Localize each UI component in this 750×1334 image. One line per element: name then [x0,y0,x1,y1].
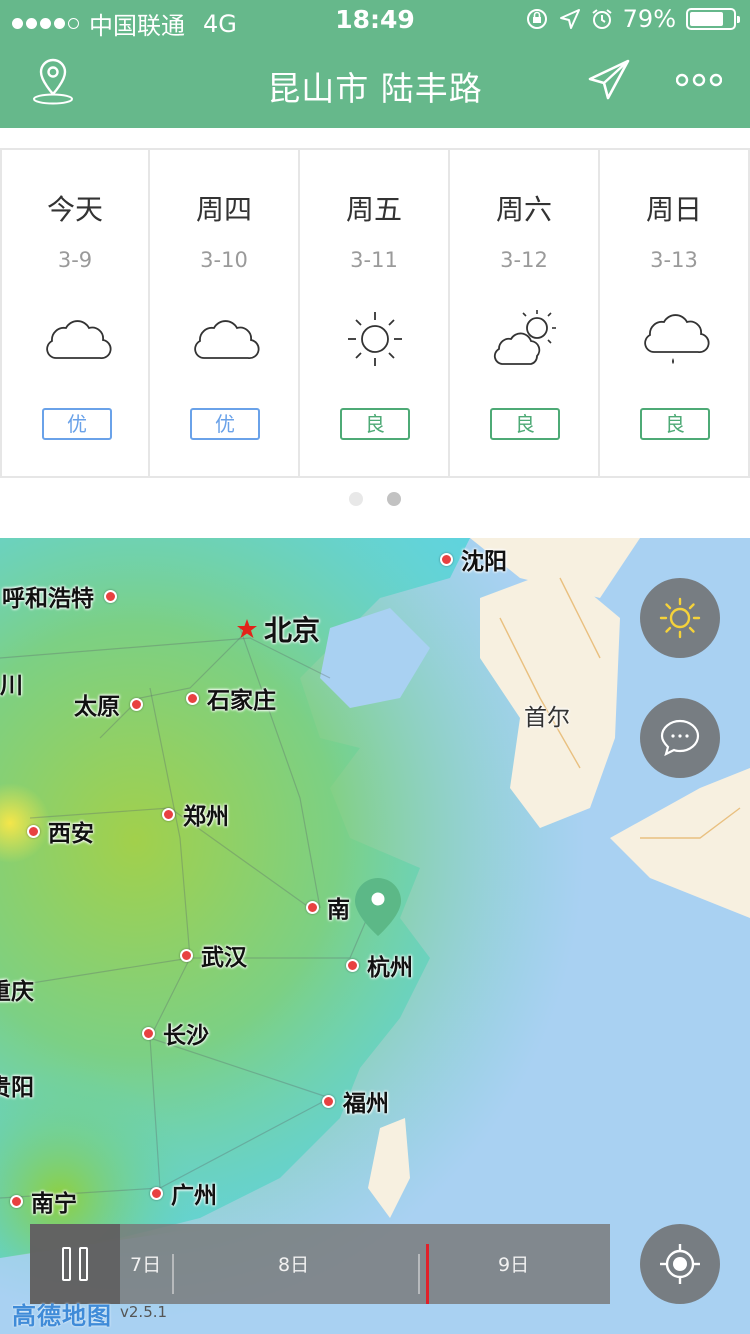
brand-version: v2.5.1 [120,1303,168,1321]
city-label[interactable]: 重庆 [0,972,34,1006]
air-quality-badge: 优 [190,408,260,440]
city-label[interactable]: 南 [306,890,350,924]
alarm-icon [592,9,612,29]
locate-icon [660,1244,700,1284]
air-quality-badge: 良 [490,408,560,440]
day-date: 3-11 [350,248,398,272]
day-name: 周四 [195,193,252,226]
cloudy-icon [194,320,260,359]
city-label[interactable]: 长沙 [142,1016,209,1050]
city-label[interactable]: 福州 [322,1084,389,1118]
status-right: 79% [525,5,740,33]
battery-percent: 79% [622,5,676,33]
timeline-label: 7日 [130,1254,162,1276]
page-indicator [0,492,750,506]
air-quality-badge: 良 [640,408,710,440]
capital-star-icon [237,619,257,638]
day-name: 周五 [345,193,402,226]
timeline-cursor[interactable] [426,1244,429,1304]
send-icon[interactable] [586,58,632,102]
locate-me-button[interactable] [640,1224,720,1304]
city-label[interactable]: 广州 [150,1176,217,1210]
sun-layer-button[interactable] [640,578,720,658]
partly-cloudy-icon [493,310,556,365]
day-name: 周六 [495,193,552,226]
forecast-day[interactable]: 周日 3-13 良 [600,150,750,476]
city-label[interactable]: 南宁 [10,1184,77,1218]
light-rain-icon [644,314,710,364]
status-bar: 中国联通 4G 18:49 79% [0,0,750,40]
forecast-day[interactable]: 周五 3-11 良 [300,150,450,476]
forecast-day[interactable]: 周四 3-10 优 [150,150,300,476]
timeline-divider [172,1254,174,1294]
city-label[interactable]: 首尔 [524,698,570,732]
brand-logo: 高德地图 [12,1302,112,1330]
location-arrow-icon [559,9,580,29]
air-quality-badge: 良 [340,408,410,440]
city-label-capital[interactable]: 北京 [236,609,320,649]
day-date: 3-12 [500,248,548,272]
day-name: 今天 [46,193,103,226]
city-label[interactable]: 沈阳 [440,542,507,576]
page-dot-active [387,492,401,506]
pause-icon-bar [62,1247,71,1281]
page-dot [349,492,363,506]
day-name: 周日 [645,193,702,226]
city-label[interactable]: 西安 [27,814,94,848]
nav-bar: 昆山市 陆丰路 [0,40,750,128]
city-label[interactable]: 川 [0,666,23,700]
forecast-row[interactable]: 今天 3-9 优 周四 3-10 优 周五 3-11 良 周六 3-12 良 周… [0,148,750,478]
forecast-day[interactable]: 周六 3-12 良 [450,150,600,476]
battery-icon [686,8,740,30]
timeline-divider [418,1254,420,1294]
city-label[interactable]: 贵阳 [0,1068,34,1102]
pause-icon-bar [79,1247,88,1281]
timeline-label: 9日 [498,1254,530,1276]
cloudy-icon [46,320,112,359]
city-label[interactable]: 石家庄 [186,681,276,715]
pause-button[interactable] [30,1224,120,1304]
day-date: 3-13 [650,248,698,272]
forecast-day[interactable]: 今天 3-9 优 [0,150,150,476]
current-location-marker[interactable] [353,876,403,938]
air-quality-badge: 优 [42,408,112,440]
chat-button[interactable] [640,698,720,778]
city-label[interactable]: 杭州 [346,948,413,982]
city-label[interactable]: 郑州 [162,797,229,831]
page-title: 昆山市 陆丰路 [267,69,483,108]
timeline-label: 8日 [278,1254,310,1276]
timeline-scrubber[interactable]: 7日 8日 9日 [30,1224,610,1304]
more-icon[interactable] [676,70,722,90]
city-label[interactable]: 呼和浩特 [2,579,117,613]
sun-icon [659,597,701,639]
rotation-lock-icon [526,9,547,29]
chat-icon [660,719,700,757]
city-label[interactable]: 武汉 [180,938,247,972]
day-date: 3-10 [200,248,248,272]
sunny-icon [348,312,402,366]
day-date: 3-9 [57,248,93,272]
forecast-panel: 今天 3-9 优 周四 3-10 优 周五 3-11 良 周六 3-12 良 周… [0,128,750,538]
city-label[interactable]: 太原 [74,687,151,721]
